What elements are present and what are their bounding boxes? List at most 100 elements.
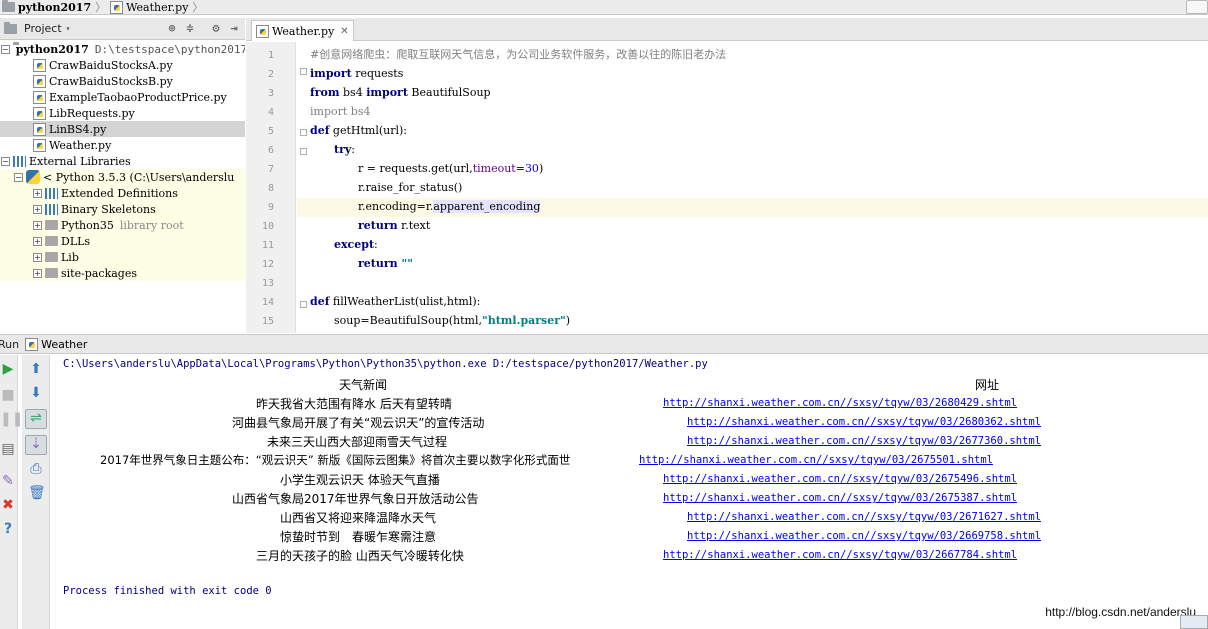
code-line: try: — [334, 143, 355, 156]
tree-lib[interactable]: + Lib — [0, 249, 245, 265]
news-link[interactable]: http://shanxi.weather.com.cn//sxsy/tqyw/… — [687, 530, 1041, 542]
line-number: 14 — [261, 297, 274, 308]
stop-icon[interactable]: ■ — [0, 387, 16, 403]
tree-root[interactable]: − python2017 D:\testspace\python2017 — [0, 41, 245, 57]
tree-file[interactable]: LibRequests.py — [0, 105, 245, 121]
expand-toggle-icon[interactable]: + — [33, 204, 42, 214]
project-panel-title[interactable]: Project — [24, 22, 62, 35]
expand-toggle-icon[interactable]: + — [33, 268, 42, 278]
collapse-toggle-icon[interactable]: − — [1, 44, 10, 54]
news-link[interactable]: http://shanxi.weather.com.cn//sxsy/tqyw/… — [687, 416, 1041, 428]
news-title: 山西省又将迎来降温降水天气 — [280, 511, 437, 525]
python-file-icon — [256, 24, 269, 38]
folder-icon — [45, 268, 58, 278]
news-link[interactable]: http://shanxi.weather.com.cn//sxsy/tqyw/… — [663, 397, 1017, 409]
code-line: import requests — [310, 67, 404, 80]
tree-file[interactable]: CrawBaiduStocksB.py — [0, 73, 245, 89]
editor-tab-bar: Weather.py ✕ — [246, 18, 1208, 41]
arrow-up-icon[interactable]: ⬆ — [28, 361, 44, 377]
news-title: 山西省气象局2017年世界气象日开放活动公告 — [232, 492, 479, 506]
soft-wrap-icon[interactable]: ⇌ — [25, 409, 47, 429]
editor-tab-weather[interactable]: Weather.py ✕ — [251, 20, 354, 41]
line-number: 2 — [267, 69, 274, 80]
line-number: 6 — [267, 145, 274, 156]
project-icon — [4, 21, 17, 34]
news-link[interactable]: http://shanxi.weather.com.cn//sxsy/tqyw/… — [663, 473, 1017, 485]
tree-file[interactable]: Weather.py — [0, 137, 245, 153]
tree-file[interactable]: ExampleTaobaoProductPrice.py — [0, 89, 245, 105]
news-link[interactable]: http://shanxi.weather.com.cn//sxsy/tqyw/… — [663, 549, 1017, 561]
fold-icon[interactable] — [300, 129, 307, 136]
trash-icon[interactable]: 🗑 — [28, 485, 46, 501]
python-file-icon — [33, 122, 46, 136]
collapse-toggle-icon[interactable]: − — [1, 156, 10, 166]
console-exit-message: Process finished with exit code 0 — [63, 585, 272, 597]
tree-lib[interactable]: + Binary Skeletons — [0, 201, 245, 217]
layout-icon[interactable]: ▤ — [0, 441, 16, 457]
rerun-icon[interactable]: ▶ — [0, 361, 16, 377]
line-number: 15 — [261, 316, 274, 327]
collapse-icon[interactable]: ≑ — [183, 21, 197, 35]
close-icon[interactable]: ✕ — [340, 26, 348, 37]
console-header-title: 天气新闻 — [339, 378, 388, 392]
chevron-right-icon: 〉 — [192, 1, 204, 14]
tree-python-sdk[interactable]: − < Python 3.5.3 (C:\Users\anderslu — [0, 169, 245, 185]
tree-external-libraries[interactable]: − External Libraries — [0, 153, 245, 169]
tree-file[interactable]: CrawBaiduStocksA.py — [0, 57, 245, 73]
arrow-down-icon[interactable]: ⬇ — [28, 385, 44, 401]
tree-lib[interactable]: + DLLs — [0, 233, 245, 249]
breadcrumb-file[interactable]: Weather.py — [108, 0, 190, 15]
line-number: 5 — [267, 126, 274, 137]
tree-lib[interactable]: + Python35 library root — [0, 217, 245, 233]
pause-icon[interactable]: ❚❚ — [0, 411, 23, 427]
hide-icon[interactable]: ⇥ — [227, 21, 241, 35]
dropdown-arrow-icon[interactable]: ▾ — [66, 24, 71, 33]
code-line-current: r.encoding=r.apparent_encoding — [358, 200, 541, 213]
run-config-tab[interactable]: Weather — [25, 337, 87, 351]
run-tab-label[interactable]: Run — [0, 338, 19, 351]
line-number: 10 — [261, 221, 274, 232]
folder-icon — [45, 252, 58, 262]
print-icon[interactable]: ⎙ — [28, 461, 44, 477]
expand-toggle-icon[interactable]: + — [33, 188, 42, 198]
python-file-icon — [33, 138, 46, 152]
fold-icon[interactable] — [300, 68, 307, 75]
tree-lib[interactable]: + site-packages — [0, 265, 245, 281]
python-file-icon — [110, 0, 124, 14]
expand-toggle-icon[interactable]: + — [33, 252, 42, 262]
line-number: 3 — [267, 88, 274, 99]
news-link[interactable]: http://shanxi.weather.com.cn//sxsy/tqyw/… — [639, 454, 993, 466]
breadcrumb-project[interactable]: python2017 — [0, 0, 93, 15]
python-file-icon — [25, 337, 39, 351]
expand-toggle-icon[interactable]: + — [33, 236, 42, 246]
scroll-to-end-icon[interactable]: ⇣ — [25, 435, 47, 455]
run-console[interactable]: C:\Users\anderslu\AppData\Local\Programs… — [51, 355, 1208, 629]
folder-icon — [45, 220, 58, 230]
fold-icon[interactable] — [300, 301, 307, 308]
code-line: from bs4 import BeautifulSoup — [310, 86, 491, 99]
code-line: r.raise_for_status() — [358, 181, 463, 194]
line-number: 4 — [267, 107, 274, 118]
code-line: return "" — [358, 257, 413, 270]
tree-lib[interactable]: + Extended Definitions — [0, 185, 245, 201]
code-line: def getHtml(url): — [310, 124, 408, 137]
line-number: 12 — [261, 259, 274, 270]
news-link[interactable]: http://shanxi.weather.com.cn//sxsy/tqyw/… — [687, 435, 1041, 447]
tree-file-selected[interactable]: LinBS4.py — [0, 121, 245, 137]
collapse-toggle-icon[interactable]: − — [14, 172, 23, 182]
gear-icon[interactable]: ⚙ — [209, 21, 223, 35]
expand-toggle-icon[interactable]: + — [33, 220, 42, 230]
chevron-right-icon: 〉 — [95, 1, 107, 14]
folder-icon — [2, 0, 15, 12]
close-icon[interactable]: ✖ — [0, 497, 16, 513]
toolbar-button[interactable] — [1186, 0, 1208, 14]
fold-icon[interactable] — [300, 148, 307, 155]
library-icon — [45, 187, 58, 199]
code-editor[interactable]: #创意网络爬虫：爬取互联网天气信息，为公司业务软件服务，改善以往的陈旧老办法 i… — [297, 42, 1208, 333]
line-number: 11 — [261, 240, 274, 251]
settings-icon[interactable]: ✎ — [0, 473, 16, 489]
help-icon[interactable]: ? — [0, 521, 16, 537]
news-link[interactable]: http://shanxi.weather.com.cn//sxsy/tqyw/… — [687, 511, 1041, 523]
locate-icon[interactable]: ⊕ — [165, 21, 179, 35]
news-link[interactable]: http://shanxi.weather.com.cn//sxsy/tqyw/… — [663, 492, 1017, 504]
